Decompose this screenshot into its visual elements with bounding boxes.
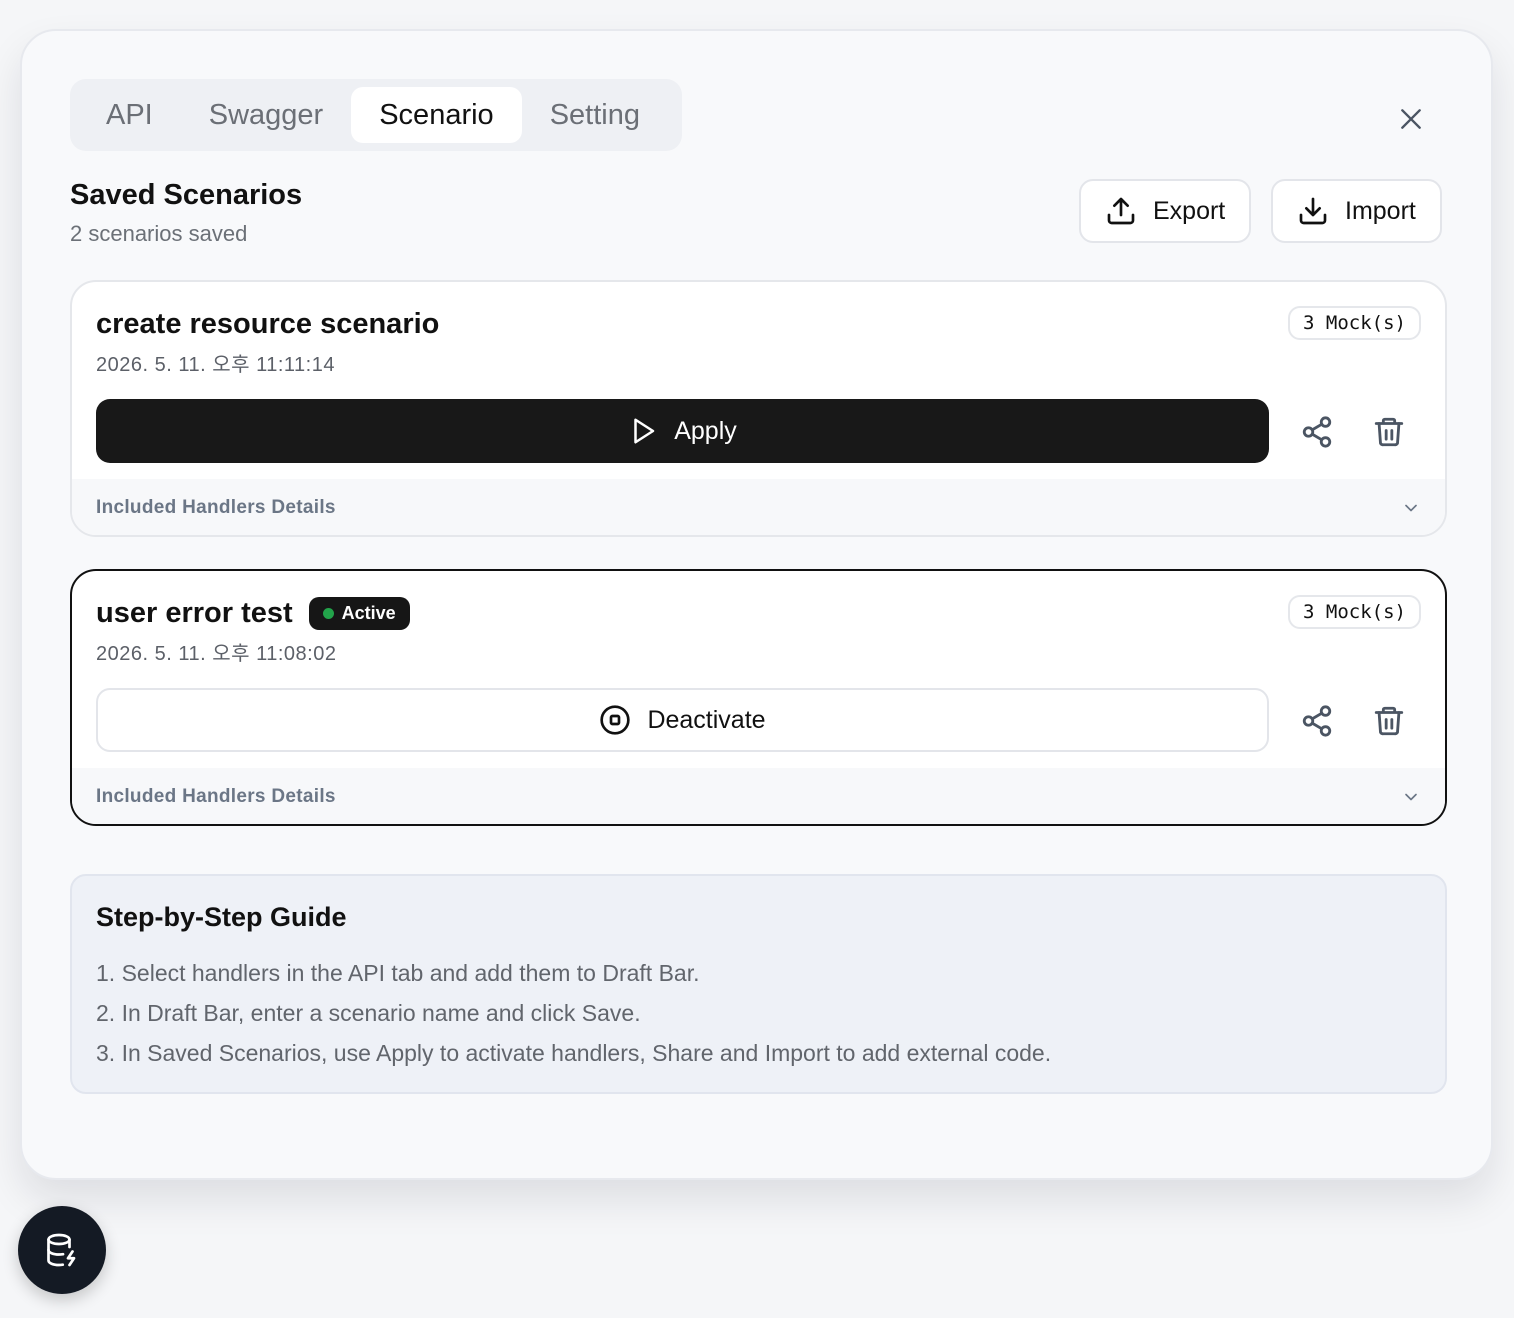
delete-button[interactable] xyxy=(1367,410,1411,454)
share-button[interactable] xyxy=(1295,699,1339,743)
download-icon xyxy=(1299,197,1327,225)
tab-swagger[interactable]: Swagger xyxy=(181,87,351,143)
delete-button[interactable] xyxy=(1367,699,1411,743)
deactivate-label: Deactivate xyxy=(647,705,766,734)
card-title-row: create resource scenario xyxy=(96,308,439,341)
section-heading: Saved Scenarios 2 scenarios saved xyxy=(70,179,302,247)
scenario-card: create resource scenario 2026. 5. 11. 오후… xyxy=(70,280,1447,537)
status-badge: Active xyxy=(308,597,410,630)
guide-step: 1. Select handlers in the API tab and ad… xyxy=(96,960,700,986)
trash-icon xyxy=(1374,706,1404,736)
share-button[interactable] xyxy=(1295,410,1339,454)
chevron-down-icon xyxy=(1405,504,1417,512)
scenario-name: user error test xyxy=(96,597,293,629)
active-dot-icon xyxy=(322,608,334,619)
close-button[interactable] xyxy=(1391,99,1431,139)
play-icon xyxy=(634,418,655,444)
scenario-count: 2 scenarios saved xyxy=(70,221,248,246)
tab-bar: API Swagger Scenario Setting xyxy=(70,79,682,151)
apply-label: Apply xyxy=(674,416,737,445)
scenario-date: 2026. 5. 11. 오후 11:11:14 xyxy=(96,354,335,376)
database-bolt-icon xyxy=(47,1233,76,1267)
share-icon xyxy=(1302,416,1332,448)
guide-step: 3. In Saved Scenarios, use Apply to acti… xyxy=(96,1040,1052,1066)
upload-icon xyxy=(1107,197,1135,225)
scenario-panel: API Swagger Scenario Setting Saved Scena… xyxy=(20,29,1493,1180)
deactivate-button[interactable]: Deactivate xyxy=(96,688,1269,752)
tab-api[interactable]: API xyxy=(78,87,181,143)
stop-circle-icon xyxy=(600,705,631,735)
chevron-down-icon xyxy=(1405,793,1417,801)
card-title-row: user error test Active xyxy=(96,597,410,630)
mock-count-badge: 3 Mock(s) xyxy=(1288,306,1421,340)
share-icon xyxy=(1302,705,1332,737)
details-label: Included Handlers Details xyxy=(96,786,336,807)
scenario-card-active: user error test Active 2026. 5. 11. 오후 1… xyxy=(70,569,1447,826)
scenario-date: 2026. 5. 11. 오후 11:08:02 xyxy=(96,643,337,665)
scenario-name: create resource scenario xyxy=(96,308,440,340)
tab-setting[interactable]: Setting xyxy=(522,87,668,143)
import-label: Import xyxy=(1345,196,1416,225)
details-label: Included Handlers Details xyxy=(96,497,336,518)
close-icon xyxy=(1401,109,1421,129)
export-button[interactable]: Export xyxy=(1079,179,1252,243)
trash-icon xyxy=(1374,417,1404,447)
export-label: Export xyxy=(1153,196,1226,225)
guide-title: Step-by-Step Guide xyxy=(96,902,347,932)
import-button[interactable]: Import xyxy=(1271,179,1442,243)
handlers-details-toggle[interactable]: Included Handlers Details xyxy=(72,479,1445,535)
mock-count-badge: 3 Mock(s) xyxy=(1288,595,1421,629)
guide-step: 2. In Draft Bar, enter a scenario name a… xyxy=(96,1000,641,1026)
handlers-details-toggle[interactable]: Included Handlers Details xyxy=(72,768,1445,824)
tab-scenario[interactable]: Scenario xyxy=(351,87,522,143)
apply-button[interactable]: Apply xyxy=(96,399,1269,463)
devtools-fab-button[interactable] xyxy=(18,1206,106,1294)
section-title: Saved Scenarios xyxy=(70,179,303,211)
step-guide: Step-by-Step Guide 1. Select handlers in… xyxy=(70,874,1447,1094)
status-badge-label: Active xyxy=(341,603,396,623)
